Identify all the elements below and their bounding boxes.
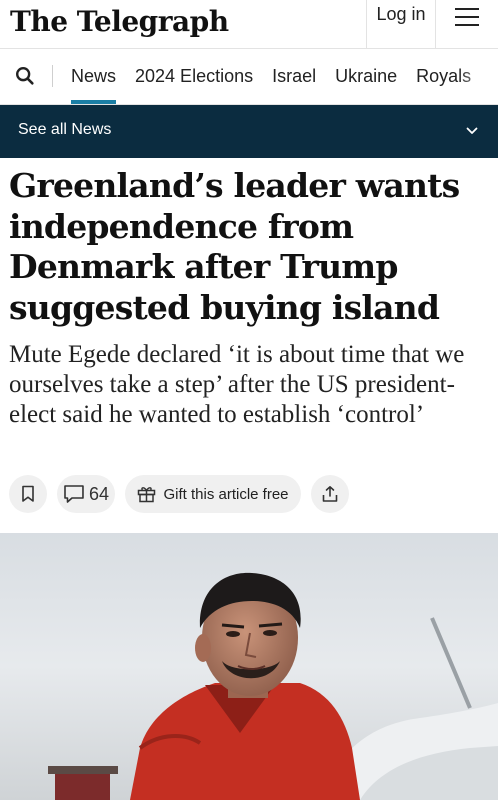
- article-actions: 64 Gift this article free: [9, 475, 359, 513]
- nav-divider: [52, 65, 53, 87]
- search-icon[interactable]: [14, 65, 36, 87]
- telegraph-logo[interactable]: The Telegraph: [10, 2, 229, 42]
- login-label: Log in: [376, 4, 426, 24]
- nav-items: News 2024 Elections Israel Ukraine Royal…: [71, 49, 490, 104]
- nav-fade: [458, 49, 498, 103]
- share-button[interactable]: [311, 475, 349, 513]
- nav-item-2024-elections[interactable]: 2024 Elections: [135, 49, 253, 104]
- nav-item-ukraine[interactable]: Ukraine: [335, 49, 397, 104]
- gift-label: Gift this article free: [163, 485, 289, 503]
- see-all-label: See all News: [18, 121, 112, 138]
- lead-photo-illustration: [0, 533, 498, 800]
- comment-count: 64: [88, 483, 109, 504]
- nav-item-israel[interactable]: Israel: [272, 49, 316, 104]
- article-lead-photo[interactable]: [0, 533, 498, 800]
- see-all-news-bar[interactable]: See all News: [0, 105, 498, 158]
- login-button[interactable]: Log in: [366, 0, 436, 48]
- share-icon: [322, 486, 338, 502]
- article-standfirst: Mute Egede declared ‘it is about time th…: [9, 341, 465, 428]
- comment-icon: [64, 485, 84, 503]
- gift-article-button[interactable]: Gift this article free: [125, 475, 301, 513]
- gift-icon: [138, 487, 156, 503]
- chevron-down-icon: [466, 127, 478, 134]
- comments-button[interactable]: 64: [57, 475, 115, 513]
- site-header: The Telegraph Log in: [0, 0, 498, 49]
- article-headline: Greenland’s leader wants independence fr…: [9, 166, 460, 327]
- bookmark-button[interactable]: [9, 475, 47, 513]
- section-nav: News 2024 Elections Israel Ukraine Royal…: [0, 49, 498, 105]
- bookmark-icon: [22, 485, 34, 502]
- hamburger-menu-icon[interactable]: [452, 8, 482, 32]
- nav-item-news[interactable]: News: [71, 49, 117, 104]
